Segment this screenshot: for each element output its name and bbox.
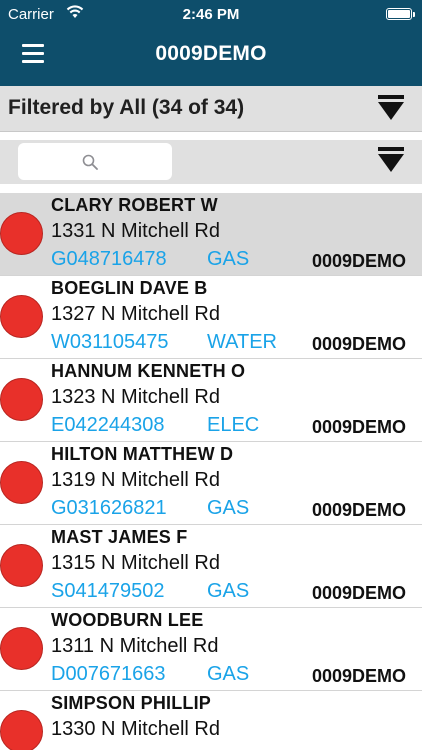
account-number: S041479502: [51, 580, 165, 602]
filter-funnel-icon[interactable]: [378, 95, 404, 123]
customer-address: 1327 N Mitchell Rd: [51, 303, 220, 325]
customer-name: HILTON MATTHEW D: [51, 444, 234, 464]
route-code: 0009DEMO: [312, 334, 407, 354]
battery-full-icon: [386, 8, 415, 20]
customer-address: 1315 N Mitchell Rd: [51, 552, 220, 574]
customer-name: HANNUM KENNETH O: [51, 361, 246, 381]
navigation-bar: Carrier 2:46 PM 0009DEMO: [0, 0, 422, 86]
clock: 2:46 PM: [182, 6, 240, 23]
account-number: D007671663: [51, 663, 166, 685]
status-dot-icon: [0, 710, 43, 750]
route-code: 0009DEMO: [312, 666, 407, 686]
customer-name: BOEGLIN DAVE B: [51, 278, 208, 298]
service-type: GAS: [207, 580, 250, 602]
route-code: 0009DEMO: [312, 417, 407, 437]
account-number: E042244308: [51, 414, 165, 436]
filter-bar[interactable]: Filtered by All (34 of 34): [0, 86, 422, 132]
account-number: W031105475: [51, 331, 169, 353]
list-item[interactable]: CLARY ROBERT W 1331 N Mitchell Rd G0487164…: [0, 193, 422, 276]
customer-name: MAST JAMES F: [51, 527, 188, 547]
magnifier-icon: [82, 154, 98, 170]
list-item[interactable]: MAST JAMES F 1315 N Mitchell Rd S041479502…: [0, 525, 422, 608]
service-type: GAS: [207, 248, 250, 270]
customer-address: 1319 N Mitchell Rd: [51, 469, 220, 491]
service-type: WATER: [207, 331, 277, 353]
list-item[interactable]: BOEGLIN DAVE B 1327 N Mitchell Rd W0311054…: [0, 276, 422, 359]
route-code: 0009DEMO: [312, 251, 407, 271]
status-dot-icon: [0, 212, 43, 255]
search-field[interactable]: [18, 143, 172, 180]
route-code: 0009DEMO: [312, 583, 407, 603]
customer-address: 1330 N Mitchell Rd: [51, 718, 220, 740]
status-dot-icon: [0, 544, 43, 587]
list-item[interactable]: HILTON MATTHEW D 1319 N Mitchell Rd G03162…: [0, 442, 422, 525]
customer-address: 1323 N Mitchell Rd: [51, 386, 220, 408]
list-item[interactable]: WOODBURN LEE 1311 N Mitchell Rd D007671663…: [0, 608, 422, 691]
account-number: G031626821: [51, 497, 167, 519]
sort-funnel-icon[interactable]: [378, 147, 404, 175]
status-bar: Carrier 2:46 PM: [0, 0, 422, 30]
customer-address: 1311 N Mitchell Rd: [51, 635, 219, 657]
customer-name: SIMPSON PHILLIP: [51, 693, 212, 713]
service-type: GAS: [207, 497, 250, 519]
status-dot-icon: [0, 461, 43, 504]
customer-name: CLARY ROBERT W: [51, 195, 218, 215]
list-item[interactable]: HANNUM KENNETH O 1323 N Mitchell Rd E04224…: [0, 359, 422, 442]
status-dot-icon: [0, 295, 43, 338]
customer-name: WOODBURN LEE: [51, 610, 204, 630]
account-number: G048716478: [51, 248, 167, 270]
customer-address: 1331 N Mitchell Rd: [51, 220, 220, 242]
status-dot-icon: [0, 378, 43, 421]
filter-label: Filtered by All (34 of 34): [8, 96, 245, 119]
customer-list: CLARY ROBERT W 1331 N Mitchell Rd G0487164…: [0, 193, 422, 750]
list-item[interactable]: SIMPSON PHILLIP 1330 N Mitchell Rd: [0, 691, 422, 750]
route-code: 0009DEMO: [312, 500, 407, 520]
status-dot-icon: [0, 627, 43, 670]
search-bar: [0, 140, 422, 184]
service-type: GAS: [207, 663, 250, 685]
page-title: 0009DEMO: [155, 42, 267, 65]
service-type: ELEC: [207, 414, 260, 436]
